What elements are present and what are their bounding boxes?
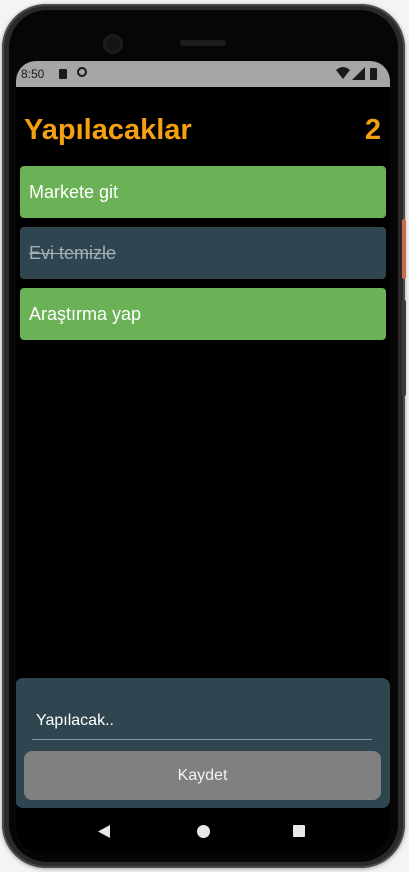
todo-item-label: Araştırma yap	[29, 304, 142, 324]
status-icons	[336, 67, 384, 81]
todo-item[interactable]: Markete git	[20, 166, 386, 218]
todo-item[interactable]: Araştırma yap	[20, 288, 386, 340]
todo-item-label: Markete git	[29, 182, 119, 202]
earpiece-speaker	[180, 40, 226, 46]
power-button	[402, 219, 406, 279]
todo-input[interactable]: Yapılacak..	[32, 704, 372, 740]
add-todo-panel: Yapılacak.. Kaydet	[16, 678, 390, 808]
front-camera	[103, 34, 123, 54]
todo-item[interactable]: Evi temizle	[20, 227, 386, 279]
signal-icon	[352, 67, 365, 80]
save-button[interactable]: Kaydet	[24, 751, 381, 800]
phone-frame: 8:50 Yapılacaklar 2 Markete git Evi temi…	[2, 4, 406, 868]
todo-item-label: Evi temizle	[29, 243, 117, 263]
status-time: 8:50	[21, 67, 45, 81]
volume-button	[402, 300, 406, 396]
todo-count: 2	[364, 114, 381, 146]
wifi-icon	[336, 67, 350, 79]
app-screen: 8:50 Yapılacaklar 2 Markete git Evi temi…	[16, 61, 390, 853]
navigation-bar	[16, 809, 390, 853]
sim-card-icon	[59, 69, 67, 79]
at-sign-icon	[77, 67, 87, 77]
battery-icon	[370, 68, 377, 80]
recent-apps-icon[interactable]	[293, 825, 305, 837]
page-title: Yapılacaklar	[24, 114, 192, 146]
status-bar: 8:50	[16, 61, 390, 87]
home-icon[interactable]	[197, 825, 210, 838]
back-icon[interactable]	[98, 825, 110, 838]
